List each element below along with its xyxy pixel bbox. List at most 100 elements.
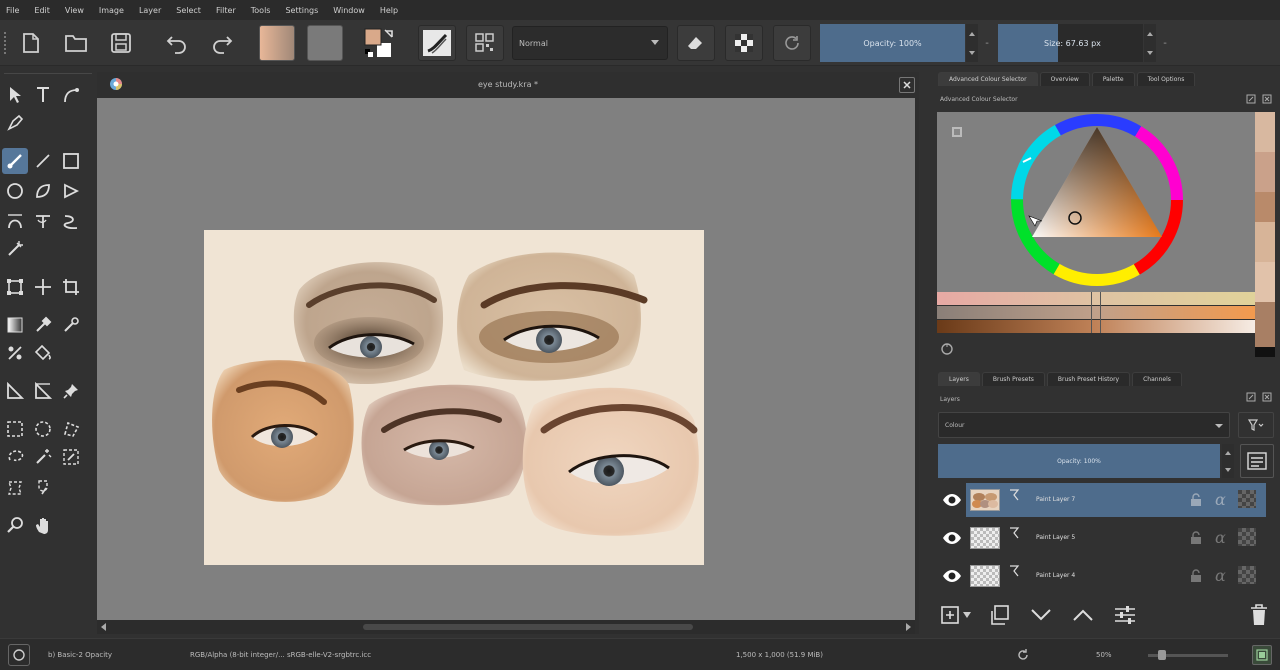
polygon-tool[interactable] [30, 178, 56, 204]
crop-tool[interactable] [58, 274, 84, 300]
layer-name[interactable]: Paint Layer 5 [1036, 534, 1075, 541]
layer-name[interactable]: Paint Layer 4 [1036, 572, 1075, 579]
toolbar-grip-icon[interactable] [4, 32, 8, 54]
dynamic-brush-tool[interactable] [58, 208, 84, 234]
layer-opacity-spin[interactable] [1222, 444, 1234, 478]
polygon-select-tool[interactable] [58, 416, 84, 442]
close-document-button[interactable] [899, 77, 915, 93]
size-spin[interactable] [1144, 24, 1156, 62]
vertical-scrollbar[interactable] [915, 98, 919, 634]
add-layer-button[interactable] [940, 602, 972, 628]
undo-button[interactable] [164, 25, 190, 61]
tab-tool-options[interactable]: Tool Options [1136, 72, 1196, 86]
menu-select[interactable]: Select [176, 6, 201, 15]
layer-settings-button[interactable] [1112, 602, 1138, 628]
history-swatch-7[interactable] [1255, 347, 1275, 357]
redo-button[interactable] [209, 25, 235, 61]
spin-up-icon[interactable] [1225, 450, 1231, 455]
horizontal-scrollbar[interactable] [97, 620, 915, 634]
menu-edit[interactable]: Edit [34, 6, 50, 15]
pattern-selector-button[interactable] [306, 25, 344, 61]
magnetic-select-tool[interactable] [30, 474, 56, 500]
menu-window[interactable]: Window [333, 6, 365, 15]
canvas-paper[interactable] [204, 230, 704, 565]
gradient-tool[interactable] [2, 312, 28, 338]
spin-up-icon[interactable] [969, 31, 975, 36]
foreground-background-colors[interactable] [360, 25, 400, 61]
menu-help[interactable]: Help [380, 6, 398, 15]
brush-preview-button[interactable] [8, 644, 30, 666]
smart-patch-tool[interactable] [58, 312, 84, 338]
spin-down-icon[interactable] [1147, 50, 1153, 55]
tab-overview[interactable]: Overview [1039, 72, 1090, 86]
brush-editor-button[interactable] [466, 25, 504, 61]
spin-up-icon[interactable] [1147, 31, 1153, 36]
select-shapes-tool[interactable] [2, 82, 28, 108]
move-layer-down-button[interactable] [1028, 602, 1054, 628]
zoom-tool[interactable] [2, 512, 28, 538]
tab-brush-preset-history[interactable]: Brush Preset History [1046, 372, 1131, 386]
bezier-tool[interactable] [2, 208, 28, 234]
similar-select-tool[interactable] [58, 444, 84, 470]
zoom-slider[interactable] [1148, 650, 1228, 660]
line-tool[interactable] [30, 148, 56, 174]
canvas-only-button[interactable] [1252, 645, 1272, 665]
size-slider[interactable]: Size: 67.63 px [998, 24, 1143, 62]
assistant-tool[interactable] [2, 340, 28, 366]
multibrush-tool[interactable] [2, 236, 28, 262]
polyline-tool[interactable] [58, 178, 84, 204]
ellipse-select-tool[interactable] [30, 416, 56, 442]
save-button[interactable] [107, 25, 135, 61]
edit-shapes-tool[interactable] [58, 82, 84, 108]
tab-brush-presets[interactable]: Brush Presets [981, 372, 1045, 386]
alpha-lock-icon[interactable]: α [1215, 490, 1226, 509]
fill-tool[interactable] [30, 340, 56, 366]
duplicate-layer-button[interactable] [986, 602, 1012, 628]
menu-tools[interactable]: Tools [251, 6, 271, 15]
menu-layer[interactable]: Layer [139, 6, 161, 15]
layer-row[interactable]: Paint Layer 7 α [932, 482, 1268, 518]
spin-down-icon[interactable] [969, 50, 975, 55]
layer-opacity-slider[interactable]: Opacity: 100% [938, 444, 1220, 478]
measure-tool[interactable] [2, 378, 28, 404]
layer-properties-button[interactable] [1240, 444, 1274, 478]
freehand-path-tool[interactable] [30, 208, 56, 234]
transform-tool[interactable] [2, 274, 28, 300]
menu-settings[interactable]: Settings [285, 6, 318, 15]
preserve-alpha-button[interactable] [725, 25, 763, 61]
status-color-space[interactable]: RGB/Alpha (8-bit integer/... sRGB-elle-V… [190, 651, 371, 659]
menu-image[interactable]: Image [99, 6, 124, 15]
history-swatch-6[interactable] [1255, 302, 1275, 347]
canvas-area[interactable] [97, 98, 915, 620]
layer-filter-button[interactable] [1238, 412, 1274, 438]
menu-filter[interactable]: Filter [216, 6, 236, 15]
opacity-slider[interactable]: Opacity: 100% [820, 24, 965, 62]
alpha-lock-icon[interactable]: α [1215, 566, 1226, 585]
freehand-select-tool[interactable] [2, 444, 28, 470]
delete-layer-button[interactable] [1246, 602, 1272, 628]
status-zoom-level[interactable]: 50% [1096, 651, 1112, 659]
tab-channels[interactable]: Channels [1132, 372, 1182, 386]
reference-tool[interactable] [30, 378, 56, 404]
menu-view[interactable]: View [65, 6, 84, 15]
bezier-select-tool[interactable] [2, 474, 28, 500]
gradient-selector-button[interactable] [258, 25, 296, 61]
alpha-lock-icon[interactable]: α [1215, 528, 1226, 547]
inherit-alpha-icon[interactable] [1238, 528, 1256, 546]
history-swatch-1[interactable] [1255, 112, 1275, 152]
move-layer-up-button[interactable] [1070, 602, 1096, 628]
ellipse-tool[interactable] [2, 178, 28, 204]
rect-select-tool[interactable] [2, 416, 28, 442]
eraser-mode-button[interactable] [677, 25, 715, 61]
layer-name[interactable]: Paint Layer 7 [1036, 496, 1075, 503]
freehand-brush-tool[interactable] [2, 148, 28, 174]
open-document-button[interactable] [62, 25, 90, 61]
tab-palette[interactable]: Palette [1091, 72, 1135, 86]
inherit-alpha-icon[interactable] [1238, 490, 1256, 508]
color-picker-tool[interactable] [30, 312, 56, 338]
reload-preset-button[interactable] [773, 25, 811, 61]
history-swatch-4[interactable] [1255, 222, 1275, 262]
history-swatch-2[interactable] [1255, 152, 1275, 192]
text-tool[interactable] [30, 82, 56, 108]
contiguous-select-tool[interactable] [30, 444, 56, 470]
